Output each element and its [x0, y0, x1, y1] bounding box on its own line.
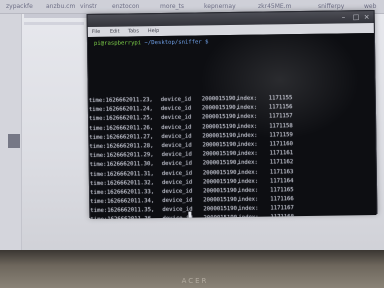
terminal-field: device_id [161, 160, 193, 168]
terminal-field: index: [237, 141, 258, 148]
terminal-field: 1171156 [268, 104, 293, 111]
prompt-path: ~/Desktop/sniffer $ [144, 39, 209, 47]
taskbar-item[interactable]: anzbu.cm [46, 3, 75, 10]
terminal-field: device_id [161, 179, 193, 186]
terminal-field: 2000015190, [203, 206, 241, 213]
terminal-field: 1171160 [269, 141, 294, 148]
terminal-field: index: [238, 187, 259, 194]
terminal-field: device_id [161, 133, 192, 140]
terminal-field: index: [238, 205, 259, 213]
terminal-field: device_id [162, 188, 193, 195]
terminal-field: device_id [162, 197, 193, 205]
terminal-field: index: [237, 132, 258, 139]
taskbar-item[interactable]: more_ts [160, 3, 184, 10]
minimize-icon[interactable]: – [342, 13, 346, 21]
terminal-field: 2000015190, [203, 187, 241, 195]
menu-edit[interactable]: Edit [110, 29, 120, 35]
taskbar-item[interactable]: enztocon [112, 3, 139, 10]
terminal-field: 1171163 [269, 168, 294, 175]
output-lines: time:1626662011.23, device_id 2000015190, i… [89, 93, 377, 219]
terminal-field: index: [237, 114, 258, 121]
terminal-field: device_id [161, 124, 192, 131]
terminal-field: index: [237, 169, 259, 176]
background-window-text [24, 22, 84, 25]
terminal-field: device_id [161, 170, 193, 177]
terminal-field: 1171155 [268, 95, 293, 102]
terminal-field: 2000015190, [203, 215, 241, 219]
terminal-field: index: [238, 196, 259, 203]
terminal-field: index: [237, 150, 258, 158]
taskbar-item[interactable]: kepnernay [204, 3, 236, 10]
terminal-field: device_id [161, 151, 192, 159]
side-panel [0, 14, 22, 250]
terminal-field: 1171166 [270, 196, 294, 203]
terminal-field: 1171161 [269, 150, 294, 157]
close-icon[interactable]: × [364, 13, 370, 21]
shell-prompt: pi@raspberrypi ~/Desktop/sniffer $ [94, 39, 209, 47]
brand-logo: ACER [181, 277, 209, 285]
terminal-field: 1171164 [269, 177, 294, 185]
terminal-field: 1171167 [270, 205, 294, 212]
terminal-field: 2000015190, [203, 196, 241, 204]
terminal-field: 1171158 [269, 122, 293, 130]
text-cursor [188, 211, 192, 219]
terminal-field: index: [238, 215, 259, 219]
terminal-field: index: [237, 178, 259, 185]
menu-file[interactable]: File [92, 29, 100, 35]
taskbar-item[interactable]: zkr45ME.m [258, 3, 291, 10]
terminal-field: index: [237, 123, 258, 130]
prompt-user: pi@raspberrypi [93, 40, 142, 47]
terminal-field: index: [237, 159, 258, 167]
laptop-screen: zypackfe anzbu.cm vinstr enztocon more_ts kep… [0, 0, 384, 262]
terminal-field: device_id [160, 105, 192, 113]
terminal-output[interactable]: pi@raspberrypi ~/Desktop/sniffer $ time:… [87, 33, 377, 219]
taskbar-item[interactable]: snifferpy [318, 3, 344, 10]
terminal-window[interactable]: – □ × File Edit Tabs Help pi@raspberrypi… [86, 9, 378, 219]
terminal-field: index: [236, 95, 258, 102]
terminal-field: 1171165 [270, 187, 294, 194]
taskbar-item[interactable]: zypackfe [6, 3, 33, 10]
menu-tabs[interactable]: Tabs [128, 28, 139, 34]
terminal-field: 1171168 [270, 214, 295, 219]
terminal-field: 1171157 [269, 113, 293, 120]
terminal-field: time:1626662011.36, [90, 216, 154, 219]
terminal-field: device_id [160, 96, 192, 103]
terminal-field: index: [236, 104, 258, 112]
terminal-field: 1171159 [269, 131, 293, 139]
terminal-field: 1171162 [269, 159, 294, 166]
terminal-field: device_id [161, 142, 192, 149]
menu-help[interactable]: Help [148, 28, 159, 34]
taskbar-item[interactable]: vinstr [80, 3, 97, 10]
maximize-icon[interactable]: □ [353, 13, 360, 21]
taskbar-item[interactable]: web [364, 3, 376, 10]
terminal-field: device_id [161, 114, 192, 122]
scrollbar-thumb[interactable] [8, 134, 20, 148]
